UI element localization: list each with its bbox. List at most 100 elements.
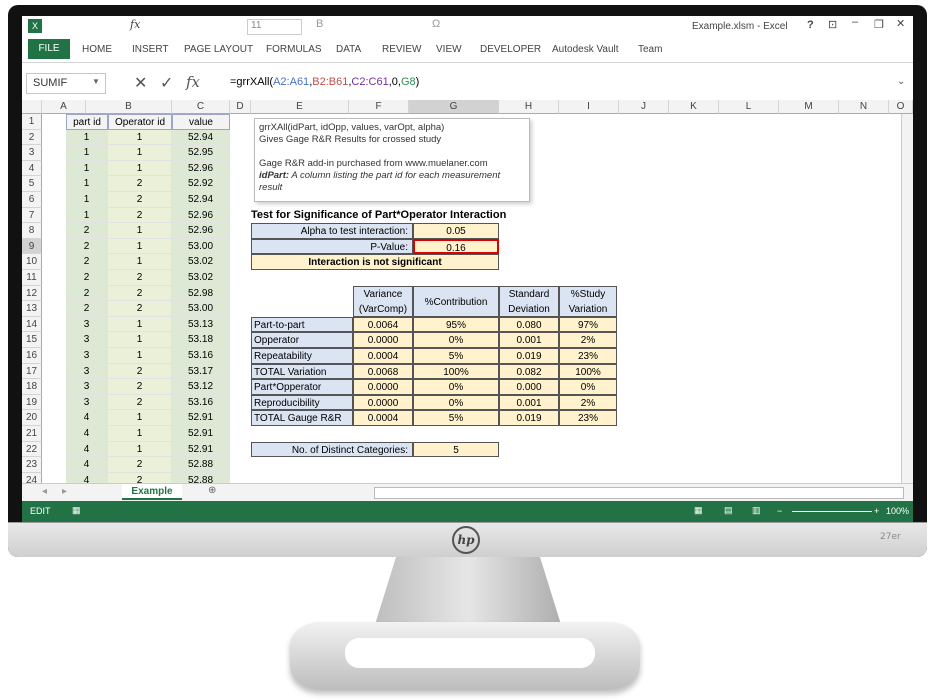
row-header[interactable]: 11 — [22, 270, 42, 286]
cell-value[interactable]: 53.00 — [172, 238, 230, 255]
cell-operator-id[interactable]: 1 — [108, 316, 172, 333]
column-header-h[interactable]: H — [499, 100, 559, 114]
macro-record-icon[interactable]: ▦ — [72, 505, 81, 516]
cell-operator-id[interactable]: 1 — [108, 160, 172, 177]
vertical-scrollbar[interactable] — [901, 114, 913, 483]
cell-part-id[interactable]: 3 — [66, 363, 108, 380]
table-cell[interactable]: 0.0068 — [353, 363, 413, 380]
cell-value[interactable]: 52.91 — [172, 410, 230, 426]
sheet-tab-example[interactable]: Example — [122, 484, 182, 500]
tab-insert[interactable]: INSERT — [132, 44, 169, 55]
cell-value[interactable]: 53.00 — [172, 301, 230, 317]
column-header-g[interactable]: G — [409, 100, 499, 114]
table-cell[interactable]: 0.001 — [499, 332, 559, 348]
cell-value[interactable]: 53.02 — [172, 270, 230, 286]
row-header[interactable]: 18 — [22, 379, 42, 395]
close-icon[interactable]: ✕ — [896, 17, 905, 30]
column-header-a[interactable]: A — [42, 100, 86, 114]
row-header[interactable]: 24 — [22, 472, 42, 483]
row-header[interactable]: 10 — [22, 254, 42, 270]
row-header[interactable]: 12 — [22, 285, 42, 302]
tab-formulas[interactable]: FORMULAS — [266, 44, 322, 55]
cell-part-id[interactable]: 1 — [66, 192, 108, 208]
row-header[interactable]: 5 — [22, 176, 42, 192]
row-header[interactable]: 3 — [22, 145, 42, 161]
cell-part-id[interactable]: 1 — [66, 207, 108, 224]
cell-operator-id[interactable]: 2 — [108, 363, 172, 380]
cell-value[interactable]: 52.94 — [172, 192, 230, 208]
table-cell[interactable]: 5% — [413, 410, 499, 426]
tab-developer[interactable]: DEVELOPER — [480, 44, 541, 55]
cell-operator-id[interactable]: 2 — [108, 192, 172, 208]
column-header-k[interactable]: K — [669, 100, 719, 114]
tab-autodesk-vault[interactable]: Autodesk Vault — [552, 44, 619, 55]
cell-part-id[interactable]: 2 — [66, 254, 108, 270]
table-cell[interactable]: 0% — [413, 379, 499, 395]
table-cell[interactable]: 95% — [413, 316, 499, 333]
cell-operator-id[interactable]: 1 — [108, 332, 172, 348]
minimize-icon[interactable]: – — [852, 16, 858, 28]
table-cell[interactable]: 23% — [559, 410, 617, 426]
column-header-c[interactable]: C — [172, 100, 230, 114]
tab-file[interactable]: FILE — [28, 39, 70, 59]
cell-value[interactable]: 52.91 — [172, 441, 230, 458]
table-cell[interactable]: 0% — [559, 379, 617, 395]
row-header[interactable]: 14 — [22, 316, 42, 333]
cell-operator-id[interactable]: 2 — [108, 270, 172, 286]
column-header-b[interactable]: B — [86, 100, 172, 114]
column-header-j[interactable]: J — [619, 100, 669, 114]
cell-value[interactable]: 52.96 — [172, 160, 230, 177]
cell-operator-id[interactable]: 2 — [108, 472, 172, 483]
tab-team[interactable]: Team — [638, 44, 662, 55]
zoom-slider[interactable] — [792, 511, 872, 512]
cell-operator-id[interactable]: 1 — [108, 441, 172, 458]
cell-part-id[interactable]: 2 — [66, 238, 108, 255]
table-cell[interactable]: 100% — [413, 363, 499, 380]
cell-operator-id[interactable]: 2 — [108, 176, 172, 192]
row-header[interactable]: 20 — [22, 410, 42, 426]
select-all-corner[interactable] — [22, 100, 42, 114]
cell-operator-id[interactable]: 2 — [108, 301, 172, 317]
cell-operator-id[interactable]: 1 — [108, 129, 172, 146]
zoom-out-icon[interactable]: − — [777, 506, 782, 516]
cell-part-id[interactable]: 1 — [66, 129, 108, 146]
cell-value[interactable]: 52.96 — [172, 223, 230, 239]
cell-operator-id[interactable]: 2 — [108, 207, 172, 224]
row-header[interactable]: 15 — [22, 332, 42, 348]
cell-operator-id[interactable]: 1 — [108, 410, 172, 426]
row-header[interactable]: 23 — [22, 457, 42, 473]
cell-operator-id[interactable]: 2 — [108, 457, 172, 473]
cell-part-id[interactable]: 2 — [66, 223, 108, 239]
page-break-view-icon[interactable]: ▥ — [752, 505, 761, 516]
tab-view[interactable]: VIEW — [436, 44, 462, 55]
cell-operator-id[interactable]: 1 — [108, 223, 172, 239]
column-header-o[interactable]: O — [889, 100, 913, 114]
cell-value[interactable]: 52.92 — [172, 176, 230, 192]
cell-value[interactable]: 52.88 — [172, 457, 230, 473]
cell-value[interactable]: 53.12 — [172, 379, 230, 395]
cell-operator-id[interactable]: 2 — [108, 379, 172, 395]
cell-value[interactable]: 53.02 — [172, 254, 230, 270]
cell-part-id[interactable]: 1 — [66, 160, 108, 177]
row-header[interactable]: 9 — [22, 238, 42, 255]
row-header[interactable]: 2 — [22, 129, 42, 146]
bold-icon[interactable]: B — [316, 18, 323, 30]
table-cell[interactable]: 0% — [413, 332, 499, 348]
column-header-d[interactable]: D — [230, 100, 251, 114]
column-header-l[interactable]: L — [719, 100, 779, 114]
row-header[interactable]: 6 — [22, 192, 42, 208]
column-header-m[interactable]: M — [779, 100, 839, 114]
cell-value[interactable]: 52.91 — [172, 426, 230, 442]
cell-operator-id[interactable]: 1 — [108, 426, 172, 442]
row-header[interactable]: 13 — [22, 301, 42, 317]
cell-part-id[interactable]: 1 — [66, 145, 108, 161]
alpha-value[interactable]: 0.05 — [413, 223, 499, 239]
scroll-right-icon[interactable]: ▸ — [62, 486, 67, 497]
zoom-level[interactable]: 100% — [886, 506, 909, 516]
table-cell[interactable]: 0.019 — [499, 348, 559, 364]
table-cell[interactable]: 0.082 — [499, 363, 559, 380]
cell-part-id[interactable]: 2 — [66, 270, 108, 286]
table-cell[interactable]: 0.0000 — [353, 394, 413, 411]
row-header[interactable]: 8 — [22, 223, 42, 239]
page-layout-view-icon[interactable]: ▤ — [724, 505, 733, 516]
